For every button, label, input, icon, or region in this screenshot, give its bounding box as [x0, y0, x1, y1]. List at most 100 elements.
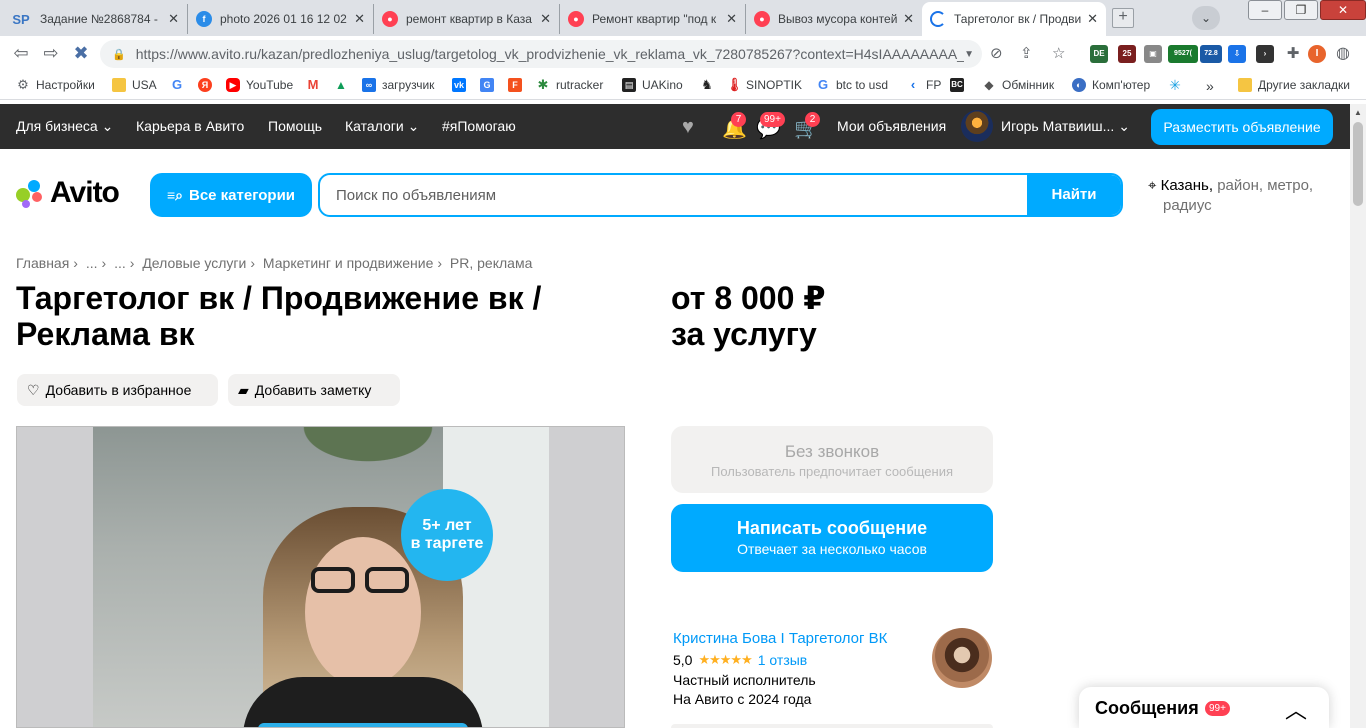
browser-tab[interactable]: SP Задание №2868784 - п ✕ — [2, 4, 188, 34]
search-button[interactable]: Найти — [1027, 175, 1121, 215]
write-message-button[interactable]: Написать сообщение Отвечает за несколько… — [671, 504, 993, 572]
bookmark-star[interactable]: ✳ — [1168, 78, 1188, 92]
chevron-up-icon[interactable]: ︿ — [1285, 693, 1307, 725]
bookmark-settings[interactable]: ⚙ Настройки — [16, 78, 95, 93]
close-window-button[interactable]: ✕ — [1320, 0, 1366, 20]
bookmark-sinoptik[interactable]: 🌡 SINOPTIK — [726, 78, 802, 93]
bookmark-fp[interactable]: ‹ FP — [906, 78, 942, 93]
close-tab-icon[interactable]: ✕ — [540, 11, 551, 27]
back-arrow-icon[interactable]: ⇦ — [10, 44, 32, 64]
chevron-right-icon: › — [250, 255, 256, 271]
scrollbar-thumb[interactable] — [1353, 122, 1363, 206]
no-calls-button: Без звонков Пользователь предпочитает со… — [671, 426, 993, 493]
nav-catalogs[interactable]: Каталоги ⌄ — [345, 118, 419, 135]
nav-career[interactable]: Карьера в Авито — [136, 118, 244, 134]
reviews-link[interactable]: 1 отзыв — [758, 652, 808, 668]
bookmark-translate[interactable]: G — [480, 78, 500, 92]
breadcrumb-item[interactable]: Деловые услуги — [142, 255, 246, 271]
bookmark-computer[interactable]: ◐ Комп'ютер — [1072, 78, 1150, 92]
bookmark-btc[interactable]: Gbtc to usd — [816, 78, 888, 93]
favorites-heart-icon[interactable]: ♥ — [682, 116, 694, 139]
close-tab-icon[interactable]: ✕ — [1087, 11, 1098, 27]
dropdown-icon[interactable]: ▼ — [964, 49, 974, 60]
new-tab-button[interactable]: + — [1112, 8, 1134, 28]
add-to-favorites-button[interactable]: ♡ Добавить в избранное — [17, 374, 218, 406]
bookmark-yandex[interactable]: Я — [198, 78, 218, 92]
cookie-blocked-icon[interactable]: ⊘ — [990, 44, 1003, 62]
bookmark-bc[interactable]: BC — [950, 78, 970, 92]
bookmark-youtube[interactable]: ▶ YouTube — [226, 78, 293, 92]
browser-tab[interactable]: ● ремонт квартир в Каза ✕ — [374, 4, 560, 34]
bookmark-uakino[interactable]: ▤ UAKino — [622, 78, 683, 92]
tab-search-chevron-icon[interactable]: ⌄ — [1192, 6, 1220, 30]
lock-icon[interactable]: 🔒 — [112, 48, 126, 61]
page-scrollbar[interactable]: ▲ — [1350, 104, 1366, 728]
youtube-icon: ▶ — [226, 78, 240, 92]
search-input[interactable] — [320, 175, 1030, 215]
all-categories-button[interactable]: ≡⌕ Все категории — [150, 173, 312, 217]
ext-de-icon[interactable]: DE — [1090, 45, 1108, 63]
close-tab-icon[interactable]: ✕ — [354, 11, 365, 27]
avito-logo[interactable]: Avito — [16, 176, 120, 210]
address-bar[interactable]: 🔒 https://www.avito.ru/kazan/predlozheni… — [100, 40, 982, 68]
bookmarks-more-icon[interactable]: » — [1206, 78, 1214, 94]
bookmark-google[interactable]: G — [170, 78, 190, 92]
breadcrumb-item[interactable]: Маркетинг и продвижение — [263, 255, 433, 271]
ext-25-icon[interactable]: 25 — [1118, 45, 1136, 63]
nav-business[interactable]: Для бизнеса ⌄ — [16, 118, 113, 135]
ext-terminal-icon[interactable]: › — [1256, 45, 1274, 63]
stop-loading-icon[interactable]: ✖ — [70, 44, 92, 64]
nav-ihelp[interactable]: #яПомогаю — [442, 118, 516, 134]
user-menu[interactable]: Игорь Матвииш... ⌄ — [1001, 118, 1130, 135]
bookmark-horse[interactable]: ♞ — [700, 78, 720, 92]
forward-arrow-icon[interactable]: ⇨ — [40, 44, 62, 64]
user-avatar[interactable] — [961, 110, 993, 142]
browser-tab[interactable]: ● Ремонт квартир "под к ✕ — [560, 4, 746, 34]
globe-icon[interactable]: ◍ — [1334, 45, 1352, 63]
messages-panel-title: Сообщения — [1095, 698, 1199, 718]
bookmark-f[interactable]: F — [508, 78, 528, 92]
ext-briefcase-icon[interactable]: ▣ — [1144, 45, 1162, 63]
close-tab-icon[interactable]: ✕ — [168, 11, 179, 27]
ext-btc-icon[interactable]: 9527( — [1168, 45, 1198, 63]
download-icon[interactable]: ⇩ — [1228, 45, 1246, 63]
bookmark-star-icon[interactable]: ☆ — [1052, 44, 1065, 62]
my-ads-link[interactable]: Мои объявления — [837, 118, 946, 134]
bookmark-drive[interactable]: ▲ — [334, 78, 354, 92]
messages-panel[interactable]: Сообщения 99+ ︿ — [1079, 687, 1329, 728]
avito-logo-text: Avito — [50, 176, 120, 209]
share-icon[interactable]: ⇪ — [1020, 44, 1033, 62]
browser-tab[interactable]: ● Вывоз мусора контейн ✕ — [746, 4, 922, 34]
breadcrumb-item[interactable]: Главная — [16, 255, 69, 271]
nav-label: Для бизнеса — [16, 118, 98, 134]
extensions-puzzle-icon[interactable]: ✚ — [1284, 45, 1302, 63]
chevron-down-icon: ⌄ — [407, 118, 420, 134]
bookmark-gmail[interactable]: M — [306, 78, 326, 92]
breadcrumb-item[interactable]: PR, реклама — [450, 255, 532, 271]
add-note-button[interactable]: ▰ Добавить заметку — [228, 374, 400, 406]
bookmark-rutracker[interactable]: ✱ rutracker — [536, 78, 604, 93]
breadcrumb-item[interactable]: ... — [114, 255, 126, 271]
close-tab-icon[interactable]: ✕ — [726, 11, 737, 27]
bookmark-exchange[interactable]: ◆ Обмінник — [982, 78, 1054, 92]
browser-tab[interactable]: f photo 2026 01 16 12 02 ✕ — [188, 4, 374, 34]
breadcrumb-item[interactable]: ... — [86, 255, 98, 271]
bookmark-loader[interactable]: ∞ загрузчик — [362, 78, 434, 92]
ext-ltc-icon[interactable]: 72.8 — [1200, 45, 1222, 63]
listing-photo[interactable]: 5+ лет в таргете — [16, 426, 625, 728]
location-selector[interactable]: ⌖ Казань, район, метро, радиус — [1148, 176, 1338, 216]
nav-help[interactable]: Помощь — [268, 118, 322, 134]
bookmark-other[interactable]: Другие закладки — [1238, 78, 1350, 92]
profile-avatar-icon[interactable]: I — [1308, 45, 1326, 63]
seller-avatar[interactable] — [932, 628, 992, 688]
maximize-button[interactable]: ❐ — [1284, 0, 1318, 20]
close-tab-icon[interactable]: ✕ — [903, 11, 914, 27]
minimize-button[interactable]: – — [1248, 0, 1282, 20]
post-ad-button[interactable]: Разместить объявление — [1151, 109, 1333, 145]
bookmark-usa[interactable]: USA — [112, 78, 157, 92]
seller-name-link[interactable]: Кристина Бова I Таргетолог ВК — [673, 630, 887, 647]
bookmark-vk[interactable]: vk — [452, 78, 472, 92]
scroll-up-icon[interactable]: ▲ — [1354, 108, 1362, 117]
tab-title: Ремонт квартир "под к — [592, 12, 717, 26]
browser-tab-active[interactable]: Таргетолог вк / Продви ✕ — [922, 2, 1106, 36]
